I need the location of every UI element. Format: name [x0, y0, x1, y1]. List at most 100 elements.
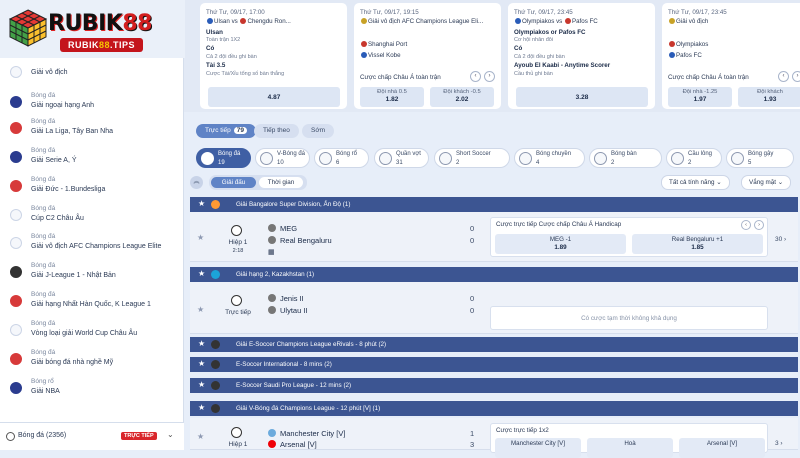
sidebar-item[interactable]: Bóng đá Giải J-League 1 - Nhật Bản — [0, 259, 184, 286]
features-dropdown[interactable]: Tất cả tính năng ⌄ — [661, 175, 730, 190]
afc-icon — [10, 237, 22, 249]
lineup-icon[interactable]: ▦ — [268, 248, 275, 256]
sidebar-item[interactable]: Bóng đá Giải La Liga, Tây Ban Nha — [0, 115, 184, 142]
sort-dropdown[interactable]: Vắng mặt ⌄ — [741, 175, 791, 190]
sidebar-item[interactable]: Bóng đá Vòng loại giải World Cup Châu Âu — [0, 317, 184, 344]
favorite-star-icon[interactable]: ★ — [198, 269, 205, 278]
sport-chip[interactable]: Bóng chuyền 4 — [514, 148, 585, 168]
match-clock: 2:18 — [232, 248, 244, 254]
tab-live[interactable]: Trực tiếp 79 — [196, 124, 257, 138]
odds-home-button[interactable]: Đội nhà 0.5 1.82 — [360, 87, 424, 107]
sidebar-item[interactable]: Bóng rổ Giải NBA — [0, 375, 184, 402]
featured-bet-card[interactable]: Thứ Tư, 09/17, 19:15 Giải vô địch AFC Cha… — [354, 3, 501, 109]
odds-label: MEG -1 — [549, 236, 572, 243]
competition-icon — [669, 18, 675, 25]
league-header[interactable]: ★ E-Soccer Saudi Pro League - 12 mins (2) — [190, 378, 798, 393]
sport-chip[interactable]: Short Soccer 2 — [434, 148, 510, 168]
trophy-icon — [10, 66, 22, 78]
league-flag-icon — [211, 381, 220, 390]
sidebar-item[interactable]: Bóng đá Giải Đức - 1.Bundesliga — [0, 173, 184, 200]
league-header[interactable]: ★ Giải V-Bóng đá Champions League - 12 ph… — [190, 401, 798, 416]
sport-chip[interactable]: Bóng bàn 2 — [589, 148, 662, 168]
home-score: 0 — [470, 294, 475, 303]
home-score: 1 — [470, 429, 475, 438]
more-markets-link[interactable]: 3 › — [775, 440, 783, 447]
collapse-all-button[interactable]: ︽ — [190, 176, 203, 189]
mls-icon — [10, 353, 22, 365]
laliga-icon — [10, 122, 22, 134]
sport-chip[interactable]: V-Bóng đá 10 — [255, 148, 310, 168]
tab-next[interactable]: Tiếp theo — [254, 124, 299, 138]
market-panel: Cược trực tiếp Cược chấp Châu Á Handicap… — [490, 217, 768, 257]
card-home-name: Olympiakos — [676, 41, 709, 48]
odds-label: Đội nhà -1.25 — [682, 89, 718, 95]
league-header[interactable]: ★ Giải Bangalore Super Division, Ấn Độ (1… — [190, 197, 798, 212]
sidebar-item[interactable]: Bóng đá Giải Serie A, Ý — [0, 144, 184, 171]
tab-soon[interactable]: Sớm — [302, 124, 335, 138]
carousel-next-button[interactable]: › — [792, 71, 800, 82]
match-row[interactable]: ★ Hiệp 1 Manchester City [V] Arsenal [V] 1 3 C… — [190, 418, 798, 458]
sidebar-item[interactable]: Bóng đá Giải vô địch AFC Champions League… — [0, 230, 184, 257]
favorite-star-icon[interactable]: ★ — [197, 305, 204, 314]
card-pick-3: Tài 3.5 — [206, 62, 226, 69]
favorite-star-icon[interactable]: ★ — [197, 233, 204, 242]
sidebar-item[interactable]: Bóng đá Cúp C2 Châu Âu — [0, 202, 184, 229]
odds-away-button[interactable]: Đội khách 1.93 — [738, 87, 800, 107]
sport-chip[interactable]: Bóng gậy 5 — [726, 148, 794, 168]
group-by-league-button[interactable]: Giải đấu — [211, 177, 256, 188]
favorite-star-icon[interactable]: ★ — [198, 339, 205, 348]
sport-chip[interactable]: Bóng đá 19 — [196, 148, 251, 168]
odds-home-button[interactable]: MEG -1 1.89 — [495, 234, 626, 254]
match-row[interactable]: ★ Trực tiếp Jenis II Ulytau II 0 0 Có cược tạm… — [190, 282, 798, 334]
odds-away-button[interactable]: Real Bengaluru +1 1.85 — [632, 234, 763, 254]
market-next-button[interactable]: › — [754, 220, 764, 230]
card-combo-odds[interactable]: 3.28 — [516, 87, 648, 107]
featured-bet-card[interactable]: Thứ Tư, 09/17, 17:00 Ulsan vs Chengdu Ron… — [200, 3, 347, 109]
odds-away-button[interactable]: Đội khách -0.5 2.02 — [430, 87, 494, 107]
odds-home-button[interactable]: Manchester City [V] — [495, 438, 581, 458]
site-logo[interactable]: RUBIK88 RUBIK88.TIPS — [0, 0, 185, 58]
home-team-badge — [515, 18, 521, 25]
favorite-star-icon[interactable]: ★ — [198, 359, 205, 368]
odds-away-button[interactable]: Arsenal [V] — [679, 438, 765, 458]
league-header[interactable]: ★ Giải hạng 2, Kazakhstan (1) — [190, 267, 798, 282]
carousel-next-button[interactable]: › — [484, 71, 495, 82]
match-row[interactable]: ★ Hiệp 1 2:18 MEG Real Bengaluru ▦ 0 0 Cược trực… — [190, 212, 798, 262]
card-combo-odds[interactable]: 4.87 — [208, 87, 340, 107]
sport-name: Bóng rổ — [336, 151, 358, 157]
sidebar-item[interactable]: Bóng đá Giải bóng đá nhà nghề Mỹ — [0, 346, 184, 373]
card-pick-3-market: Cầu thủ ghi bàn — [514, 71, 553, 77]
card-pick-1: Olympiakos or Pafos FC — [514, 29, 586, 36]
favorite-star-icon[interactable]: ★ — [198, 199, 205, 208]
favorite-star-icon[interactable]: ★ — [198, 380, 205, 389]
sidebar-item[interactable]: Giải vô địch — [0, 62, 184, 89]
sport-count: 2 — [611, 160, 615, 166]
sport-count: 4 — [536, 160, 540, 166]
carousel-prev-button[interactable]: ‹ — [778, 71, 789, 82]
sport-chip[interactable]: Cầu lông 2 — [666, 148, 722, 168]
team-badge-icon — [268, 294, 276, 302]
market-prev-button[interactable]: ‹ — [741, 220, 751, 230]
card-away-name: Vissel Kobe — [368, 52, 401, 59]
favorite-star-icon[interactable]: ★ — [198, 403, 205, 412]
league-header[interactable]: ★ E-Soccer International - 8 mins (2) — [190, 357, 798, 372]
sidebar-sport-summary[interactable]: Bóng đá (2356) TRỰC TIẾP ⌄ — [0, 422, 184, 450]
team-badge-icon — [268, 224, 276, 232]
league-name: Giải hạng 2, Kazakhstan (1) — [236, 271, 315, 278]
favorite-star-icon[interactable]: ★ — [197, 432, 204, 441]
live-badge[interactable]: TRỰC TIẾP — [121, 432, 157, 440]
carousel-prev-button[interactable]: ‹ — [470, 71, 481, 82]
featured-bet-card[interactable]: Thứ Tư, 09/17, 23:45 Olympiakos vs Pafos … — [508, 3, 655, 109]
sidebar-item[interactable]: Bóng đá Giải ngoại hạng Anh — [0, 89, 184, 116]
chevron-down-icon[interactable]: ⌄ — [167, 430, 174, 439]
featured-bet-card[interactable]: Thứ Tư, 09/17, 23:45 Giải vô địch Olympiak… — [662, 3, 800, 109]
sidebar-item[interactable]: Bóng đá Giải hạng Nhất Hàn Quốc, K League… — [0, 288, 184, 315]
sport-chip[interactable]: Bóng rổ 6 — [314, 148, 369, 168]
team-badge-icon — [268, 440, 276, 448]
more-markets-link[interactable]: 30 › — [775, 236, 786, 243]
league-header[interactable]: ★ Giải E-Soccer Champions League eRivals … — [190, 337, 798, 352]
odds-draw-button[interactable]: Hoà — [587, 438, 673, 458]
odds-home-button[interactable]: Đội nhà -1.25 1.97 — [668, 87, 732, 107]
sport-chip[interactable]: Quần vợt 31 — [374, 148, 429, 168]
group-by-time-button[interactable]: Thời gian — [259, 177, 303, 188]
